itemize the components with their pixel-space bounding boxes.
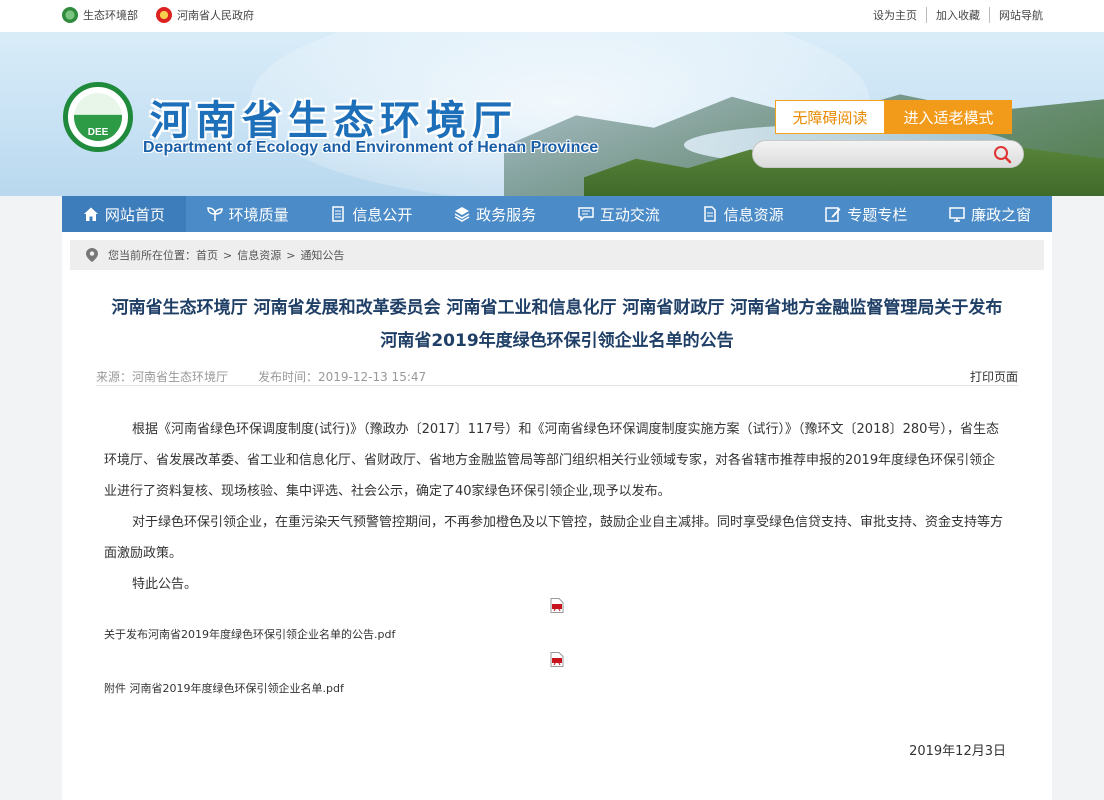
site-subtitle: Department of Ecology and Environment of… — [143, 139, 599, 156]
attachment-link[interactable]: 关于发布河南省2019年度绿色环保引领企业名单的公告.pdf — [104, 626, 395, 642]
breadcrumb-notices[interactable]: 通知公告 — [300, 247, 344, 263]
nav-special-topics[interactable]: 专题专栏 — [805, 196, 929, 232]
link-province-government[interactable]: 河南省人民政府 — [156, 7, 254, 23]
breadcrumb-separator: > — [223, 248, 233, 262]
nav-special-topics-label: 专题专栏 — [847, 205, 908, 224]
nav-information-disclosure-label: 信息公开 — [352, 205, 413, 224]
breadcrumb-home[interactable]: 首页 — [196, 247, 218, 263]
article-title: 河南省生态环境厅 河南省发展和改革委员会 河南省工业和信息化厅 河南省财政厅 河… — [82, 292, 1032, 358]
national-emblem-icon — [156, 7, 172, 23]
link-ministry[interactable]: 生态环境部 — [62, 7, 138, 23]
breadcrumb-separator: > — [286, 248, 296, 262]
nav-integrity-window[interactable]: 廉政之窗 — [928, 196, 1052, 232]
article-paragraph: 根据《河南省绿色环保调度制度(试行)》（豫政办〔2017〕117号）和《河南省绿… — [104, 422, 999, 499]
search-box — [752, 140, 1024, 168]
set-homepage-link[interactable]: 设为主页 — [864, 7, 926, 23]
file-icon — [703, 206, 716, 222]
breadcrumb-info-resources[interactable]: 信息资源 — [237, 247, 281, 263]
article-date: 2019年12月3日 — [909, 744, 1006, 759]
article-body: 根据《河南省绿色环保调度制度(试行)》（豫政办〔2017〕117号）和《河南省绿… — [104, 414, 1004, 600]
article-publish-time: 发布时间：2019-12-13 15:47 — [258, 370, 427, 384]
ministry-emblem-icon — [62, 7, 78, 23]
link-province-government-label: 河南省人民政府 — [177, 9, 254, 22]
nav-home-label: 网站首页 — [104, 205, 165, 224]
nav-environment-quality-label: 环境质量 — [228, 205, 289, 224]
link-ministry-label: 生态环境部 — [83, 9, 138, 22]
department-logo[interactable]: DEE — [63, 82, 133, 152]
nav-home[interactable]: 网站首页 — [62, 196, 186, 232]
pdf-icon[interactable] — [550, 652, 564, 667]
nav-government-services-label: 政务服务 — [476, 205, 537, 224]
sprout-icon — [206, 207, 223, 221]
nav-government-services[interactable]: 政务服务 — [433, 196, 557, 232]
search-icon[interactable] — [993, 145, 1013, 165]
article-paragraph: 对于绿色环保引领企业，在重污染天气预警管控期间，不再参加橙色及以下管控，鼓励企业… — [104, 515, 1004, 561]
breadcrumb-prefix: 您当前所在位置： — [108, 249, 196, 262]
article-paragraph: 特此公告。 — [132, 577, 198, 592]
home-icon — [83, 207, 98, 221]
article-title-line2: 河南省2019年度绿色环保引领企业名单的公告 — [380, 331, 734, 351]
chat-icon — [578, 207, 594, 222]
monitor-icon — [949, 207, 965, 222]
location-pin-icon — [86, 248, 98, 262]
attachment-link[interactable]: 附件 河南省2019年度绿色环保引领企业名单.pdf — [104, 680, 344, 696]
main-navigation: 网站首页 环境质量 信息公开 政务服务 互动交流 信息资源 专题专栏 廉政之窗 — [62, 196, 1052, 232]
pdf-icon[interactable] — [550, 598, 564, 613]
add-favorite-link[interactable]: 加入收藏 — [926, 7, 989, 23]
main-content: 您当前所在位置： 首页 > 信息资源 > 通知公告 河南省生态环境厅 河南省发展… — [62, 232, 1052, 800]
nav-information-disclosure[interactable]: 信息公开 — [310, 196, 434, 232]
breadcrumb: 您当前所在位置： 首页 > 信息资源 > 通知公告 — [70, 240, 1044, 270]
nav-interaction-label: 互动交流 — [599, 205, 660, 224]
article-source: 来源：河南省生态环境厅 — [96, 370, 229, 384]
logo-text: DEE — [87, 127, 109, 138]
nav-information-resources-label: 信息资源 — [723, 205, 784, 224]
nav-integrity-window-label: 廉政之窗 — [971, 205, 1032, 224]
article-title-line1: 河南省生态环境厅 河南省发展和改革委员会 河南省工业和信息化厅 河南省财政厅 河… — [111, 298, 1003, 318]
layers-icon — [454, 207, 470, 222]
article-meta: 来源：河南省生态环境厅 发布时间：2019-12-13 15:47 打印页面 — [96, 366, 1018, 386]
print-page-link[interactable]: 打印页面 — [970, 368, 1018, 385]
edit-icon — [825, 207, 841, 222]
top-right-links: 设为主页 加入收藏 网站导航 — [864, 7, 1052, 23]
site-title: 河南省生态环境厅 — [150, 98, 518, 144]
top-left-links: 生态环境部 河南省人民政府 — [62, 7, 254, 23]
nav-interaction[interactable]: 互动交流 — [557, 196, 681, 232]
site-navigation-link[interactable]: 网站导航 — [989, 7, 1052, 23]
nav-environment-quality[interactable]: 环境质量 — [186, 196, 310, 232]
search-input[interactable] — [767, 145, 987, 165]
top-bar: 生态环境部 河南省人民政府 设为主页 加入收藏 网站导航 — [0, 0, 1104, 32]
document-icon — [332, 206, 345, 222]
elder-mode-button[interactable]: 进入适老模式 — [885, 100, 1012, 134]
nav-information-resources[interactable]: 信息资源 — [681, 196, 805, 232]
accessibility-reading-button[interactable]: 无障碍阅读 — [775, 100, 885, 134]
